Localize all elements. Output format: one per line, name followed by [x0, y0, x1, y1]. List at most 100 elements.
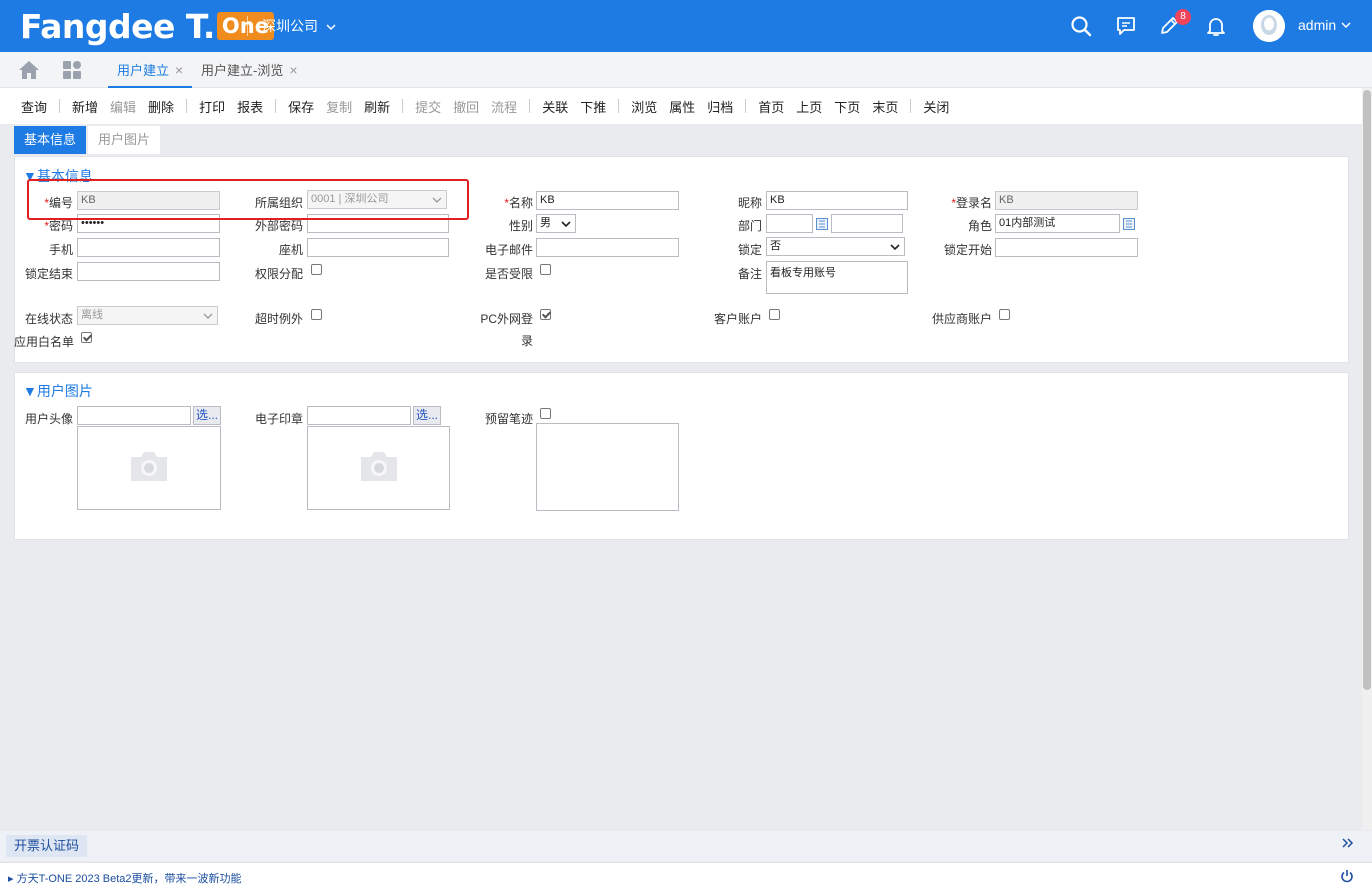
news-ticker[interactable]: ▸ 方天T-ONE 2023 Beta2更新，带来一波新功能	[8, 870, 242, 886]
avatar-path-field[interactable]	[77, 406, 191, 425]
camera-icon	[357, 449, 401, 488]
properties-button[interactable]: 属性	[669, 97, 695, 116]
landline-field[interactable]	[307, 238, 449, 257]
avatar[interactable]	[1253, 10, 1285, 42]
supplier-account-checkbox[interactable]	[999, 309, 1010, 320]
department-name-field[interactable]	[831, 214, 903, 233]
gender-select[interactable]: 男	[536, 214, 576, 233]
role-label: 角色	[967, 219, 992, 233]
home-icon[interactable]	[18, 60, 40, 83]
last-page-button[interactable]: 末页	[872, 97, 898, 116]
link-button[interactable]: 关联	[542, 97, 568, 116]
browse-button[interactable]: 浏览	[631, 97, 657, 116]
message-icon[interactable]	[1113, 13, 1139, 39]
tab-user-create[interactable]: 用户建立 ×	[108, 52, 193, 88]
seal-label: 电子印章	[254, 412, 303, 426]
flow-button[interactable]: 流程	[491, 97, 517, 116]
avatar-pick-button[interactable]: 选...	[193, 406, 222, 425]
section-title[interactable]: ▼用户图片	[23, 381, 93, 401]
name-field[interactable]: KB	[536, 191, 679, 210]
toolbar-separator	[275, 99, 277, 113]
next-page-button[interactable]: 下页	[834, 97, 860, 116]
permission-checkbox[interactable]	[311, 264, 322, 275]
tab-user-images[interactable]: 用户图片	[88, 126, 161, 154]
seal-path-field[interactable]	[307, 406, 411, 425]
seal-pick-button[interactable]: 选...	[413, 406, 442, 425]
tab-label: 用户建立	[117, 63, 170, 78]
whitelist-checkbox[interactable]	[81, 332, 92, 343]
pc-external-login-checkbox[interactable]	[540, 309, 551, 320]
login-name-field[interactable]: KB	[995, 191, 1138, 210]
toolbar-separator	[618, 99, 620, 113]
role-field[interactable]: 01内部测试	[995, 214, 1120, 233]
refresh-button[interactable]: 刷新	[364, 97, 390, 116]
archive-button[interactable]: 归档	[707, 97, 733, 116]
close-button[interactable]: 关闭	[923, 97, 949, 116]
prev-page-button[interactable]: 上页	[796, 97, 822, 116]
report-button[interactable]: 报表	[237, 97, 263, 116]
app-logo[interactable]: Fangdee T. One	[20, 6, 274, 46]
signature-preview[interactable]	[536, 423, 679, 511]
double-chevron-right-icon[interactable]	[1342, 837, 1354, 852]
nickname-label: 昵称	[737, 196, 762, 210]
edit-button[interactable]: 编辑	[110, 97, 136, 116]
form-subtabs: 基本信息 用户图片	[14, 126, 162, 154]
lock-select[interactable]: 否	[766, 237, 905, 256]
company-name: 深圳公司	[262, 18, 318, 34]
chevron-down-icon	[890, 238, 900, 261]
seal-preview[interactable]	[307, 426, 450, 510]
close-icon[interactable]: ×	[175, 62, 183, 78]
mobile-field[interactable]	[77, 238, 220, 257]
username[interactable]: admin	[1298, 17, 1336, 33]
nickname-field[interactable]: KB	[766, 191, 908, 210]
submit-button[interactable]: 提交	[415, 97, 441, 116]
tab-basic-info[interactable]: 基本信息	[14, 126, 87, 154]
tab-label: 用户建立-浏览	[201, 63, 284, 78]
logo-text: Fangdee T.	[20, 6, 215, 46]
avatar-preview[interactable]	[77, 426, 221, 510]
chevron-down-icon[interactable]	[1341, 18, 1351, 32]
power-icon[interactable]	[1340, 869, 1354, 886]
save-button[interactable]: 保存	[288, 97, 314, 116]
first-page-button[interactable]: 首页	[758, 97, 784, 116]
invoice-code-button[interactable]: 开票认证码	[6, 835, 88, 857]
lookup-icon[interactable]	[1123, 218, 1135, 230]
print-button[interactable]: 打印	[199, 97, 225, 116]
tab-bar: 用户建立 × 用户建立-浏览 ×	[0, 52, 1372, 88]
timeout-exception-label: 超时例外	[254, 312, 303, 326]
timeout-exception-checkbox[interactable]	[311, 309, 322, 320]
pc-external-login-label: PC外网登	[480, 312, 533, 326]
lock-start-field[interactable]	[995, 238, 1138, 257]
vertical-scrollbar[interactable]	[1362, 88, 1372, 830]
scrollbar-thumb[interactable]	[1363, 90, 1371, 690]
toolbar-separator	[402, 99, 404, 113]
department-code-field[interactable]	[766, 214, 813, 233]
avatar-label: 用户头像	[24, 412, 73, 426]
tab-user-browse[interactable]: 用户建立-浏览 ×	[201, 52, 298, 88]
copy-button[interactable]: 复制	[326, 97, 352, 116]
news-bar: ▸ 方天T-ONE 2023 Beta2更新，带来一波新功能	[0, 862, 1372, 890]
query-button[interactable]: 查询	[21, 97, 47, 116]
remark-field[interactable]: 看板专用账号	[766, 261, 908, 294]
company-switcher[interactable]: 深圳公司	[262, 16, 336, 36]
signature-checkbox[interactable]	[540, 408, 551, 419]
lookup-icon[interactable]	[816, 218, 828, 230]
bell-icon[interactable]	[1203, 13, 1229, 39]
signature-label: 预留笔迹	[484, 412, 533, 426]
restricted-checkbox[interactable]	[540, 264, 551, 275]
apps-icon[interactable]	[62, 60, 84, 83]
customer-account-checkbox[interactable]	[769, 309, 780, 320]
add-button[interactable]: 新增	[72, 97, 98, 116]
delete-button[interactable]: 删除	[148, 97, 174, 116]
email-field[interactable]	[536, 238, 679, 257]
email-label: 电子邮件	[484, 243, 533, 257]
online-status-select[interactable]: 离线	[77, 306, 218, 325]
withdraw-button[interactable]: 撤回	[453, 97, 479, 116]
lock-value: 否	[770, 240, 781, 252]
footer-bar: 开票认证码	[0, 831, 1372, 861]
whitelist-label: 应用白名单	[14, 335, 75, 349]
search-icon[interactable]	[1068, 13, 1094, 39]
lock-end-field[interactable]	[77, 262, 220, 281]
close-icon[interactable]: ×	[289, 62, 297, 78]
push-down-button[interactable]: 下推	[580, 97, 606, 116]
